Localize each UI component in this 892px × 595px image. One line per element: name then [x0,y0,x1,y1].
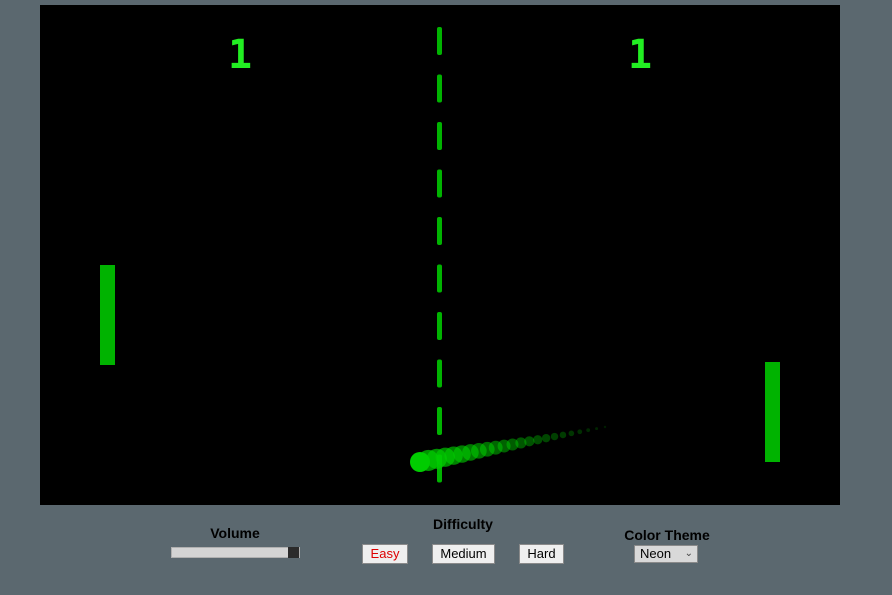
net-dash [437,122,442,150]
trail-dot [533,435,543,445]
trail-dot [568,430,575,437]
color-theme-value: Neon [640,546,672,561]
net-dash [437,217,442,245]
difficulty-label: Difficulty [433,516,493,532]
color-theme-label: Color Theme [624,527,710,543]
center-net [437,27,442,483]
trail-dot [603,425,607,429]
left-paddle [100,265,115,365]
left-score: 1 [227,32,253,78]
color-theme-select[interactable]: Neon ⌄ [634,545,698,563]
trail-dot [595,427,599,431]
volume-slider[interactable] [171,547,300,558]
right-score: 1 [627,32,653,78]
net-dash [437,74,442,103]
net-dash [437,264,442,293]
medium-button[interactable]: Medium [432,544,495,564]
trail-dot [541,433,551,443]
easy-button[interactable]: Easy [362,544,408,564]
net-dash [437,169,442,198]
volume-thumb[interactable] [287,547,299,558]
net-dash [437,359,442,388]
play-field [100,27,780,483]
trail-dot [550,432,559,441]
trail-dot [586,428,591,433]
right-paddle [765,362,780,462]
net-dash [437,312,442,340]
game-canvas[interactable]: 1 1 [40,5,840,505]
trail-dot [577,429,583,435]
ball-trail [417,425,607,471]
trail-dot [559,431,567,439]
control-panel: Volume Difficulty Easy Medium Hard Color… [0,505,892,595]
net-dash [437,27,442,55]
hard-button[interactable]: Hard [519,544,564,564]
net-dash [437,407,442,435]
volume-fill [172,548,289,557]
volume-label: Volume [210,525,260,541]
chevron-down-icon: ⌄ [684,548,693,559]
ball [410,452,430,472]
